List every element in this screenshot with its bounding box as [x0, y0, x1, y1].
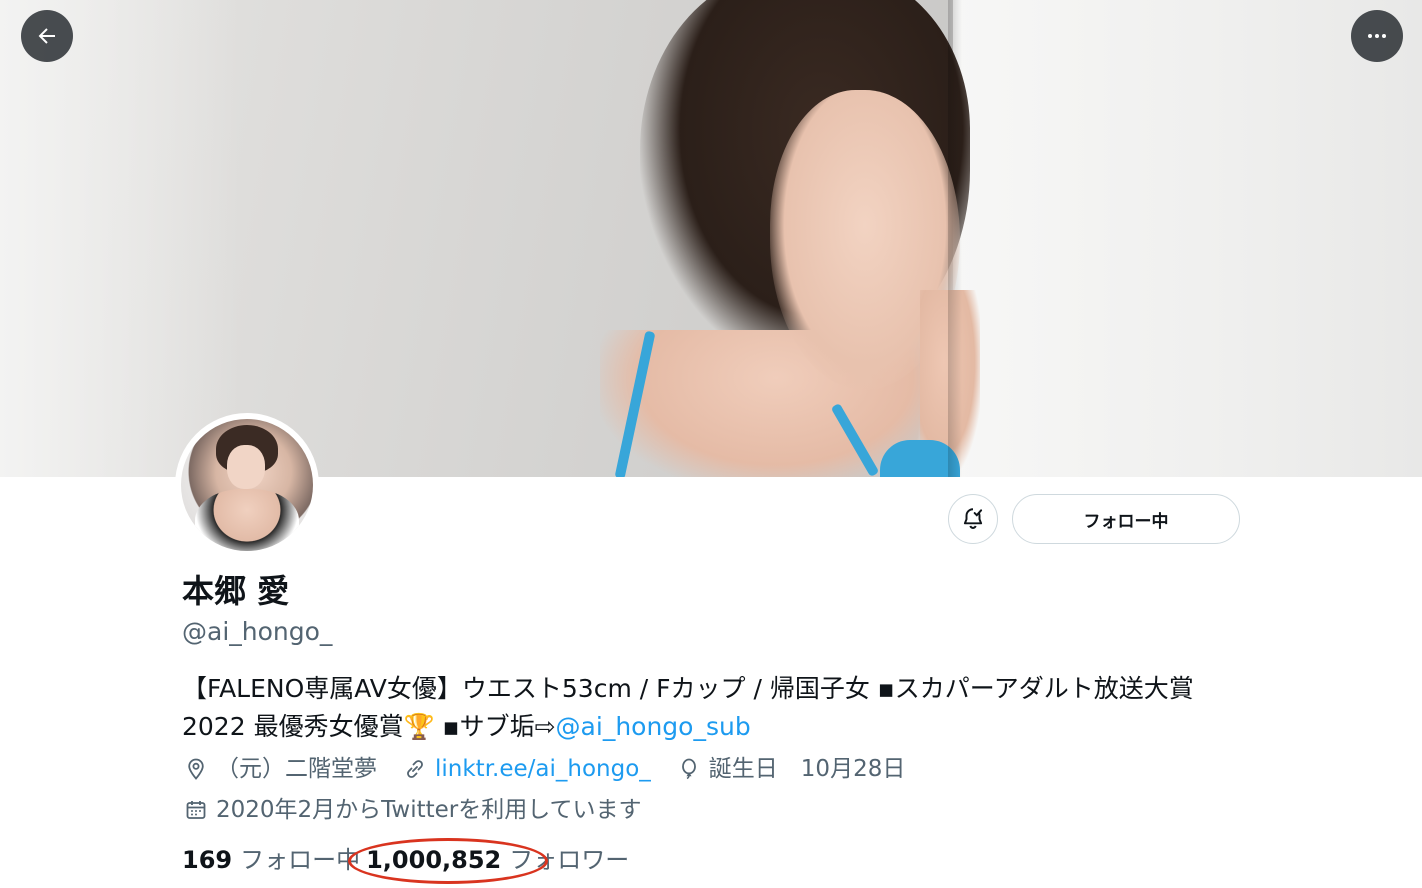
notifications-button[interactable]	[948, 494, 998, 544]
bio-mention-link[interactable]: @ai_hongo_sub	[556, 712, 751, 741]
back-button[interactable]	[21, 10, 73, 62]
location-pin-icon	[182, 755, 210, 783]
website-item[interactable]: linktr.ee/ai_hongo_	[401, 753, 651, 785]
avatar-image	[181, 419, 313, 551]
location-item: （元）二階堂夢	[182, 753, 377, 785]
highlight-oval-annotation	[348, 838, 548, 884]
bell-check-icon	[963, 508, 983, 529]
joined-text: 2020年2月からTwitterを利用しています	[216, 797, 642, 823]
website-link[interactable]: linktr.ee/ai_hongo_	[435, 753, 651, 785]
joined-item: 2020年2月からTwitterを利用しています	[182, 794, 642, 826]
following-label: フォロー中	[240, 846, 361, 874]
user-handle: @ai_hongo_	[182, 617, 333, 646]
avatar[interactable]	[175, 413, 319, 557]
following-count: 169	[182, 846, 233, 874]
link-icon	[401, 755, 429, 783]
more-button[interactable]	[1351, 10, 1403, 62]
arrow-left-icon	[38, 28, 55, 44]
joined-row: 2020年2月からTwitterを利用しています	[182, 794, 666, 826]
bio: 【FALENO専属AV女優】ウエスト53cm / Fカップ / 帰国子女 ▪スカ…	[182, 670, 1242, 746]
banner-wall	[0, 0, 240, 477]
profile-banner[interactable]	[0, 0, 1422, 477]
display-name: 本郷 愛	[182, 572, 290, 610]
profile-meta-row: （元）二階堂夢 linktr.ee/ai_hongo_ 誕生日 10月28日	[182, 753, 929, 785]
more-horizontal-icon	[1368, 34, 1386, 38]
following-button[interactable]: フォロー中	[1012, 494, 1240, 544]
banner-curtain-edge	[948, 0, 962, 477]
birthday-item: 誕生日 10月28日	[675, 753, 906, 785]
location-text: （元）二階堂夢	[216, 756, 377, 782]
banner-curtain	[953, 0, 1422, 477]
balloon-icon	[675, 755, 703, 783]
birthday-text: 誕生日 10月28日	[708, 756, 906, 782]
calendar-icon	[182, 796, 210, 824]
following-link[interactable]: 169 フォロー中	[182, 843, 360, 877]
